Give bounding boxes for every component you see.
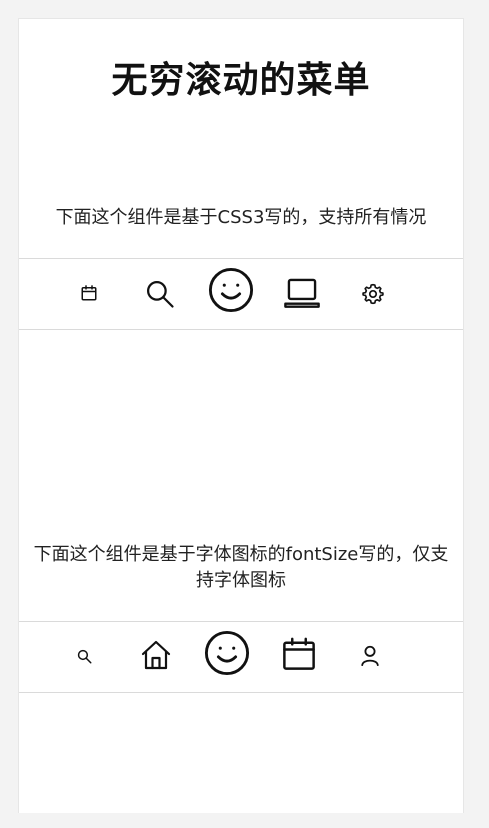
page-title: 无穷滚动的菜单 xyxy=(111,60,371,101)
laptop-icon xyxy=(284,278,320,308)
menu-item-calendar[interactable] xyxy=(280,635,318,673)
user-icon xyxy=(361,645,379,666)
page-card: 无穷滚动的菜单 下面这个组件是基于CSS3写的，支持所有情况 下面这个组件是基于… xyxy=(18,18,464,813)
smiley-icon xyxy=(208,267,254,313)
gear-icon xyxy=(362,283,384,305)
menu-item-search[interactable] xyxy=(75,647,93,665)
carousel-menu-font[interactable] xyxy=(19,621,463,693)
menu-item-smiley[interactable] xyxy=(203,629,251,677)
menu-item-search[interactable] xyxy=(143,277,177,311)
menu-item-home[interactable] xyxy=(139,638,173,672)
calendar-icon xyxy=(81,285,97,301)
smiley-icon xyxy=(204,630,250,676)
home-icon xyxy=(141,640,171,670)
menu-item-settings[interactable] xyxy=(360,281,386,307)
carousel-menu-css3[interactable] xyxy=(19,258,463,330)
section-description-font: 下面这个组件是基于字体图标的fontSize写的，仅支持字体图标 xyxy=(33,544,449,591)
search-icon xyxy=(77,649,91,663)
menu-item-laptop[interactable] xyxy=(282,273,322,313)
menu-item-calendar[interactable] xyxy=(78,282,100,304)
calendar-icon xyxy=(283,637,315,670)
menu-item-user[interactable] xyxy=(358,643,382,667)
search-icon xyxy=(147,281,174,308)
menu-item-smiley[interactable] xyxy=(207,266,255,314)
section-description-css3: 下面这个组件是基于CSS3写的，支持所有情况 xyxy=(55,207,427,228)
